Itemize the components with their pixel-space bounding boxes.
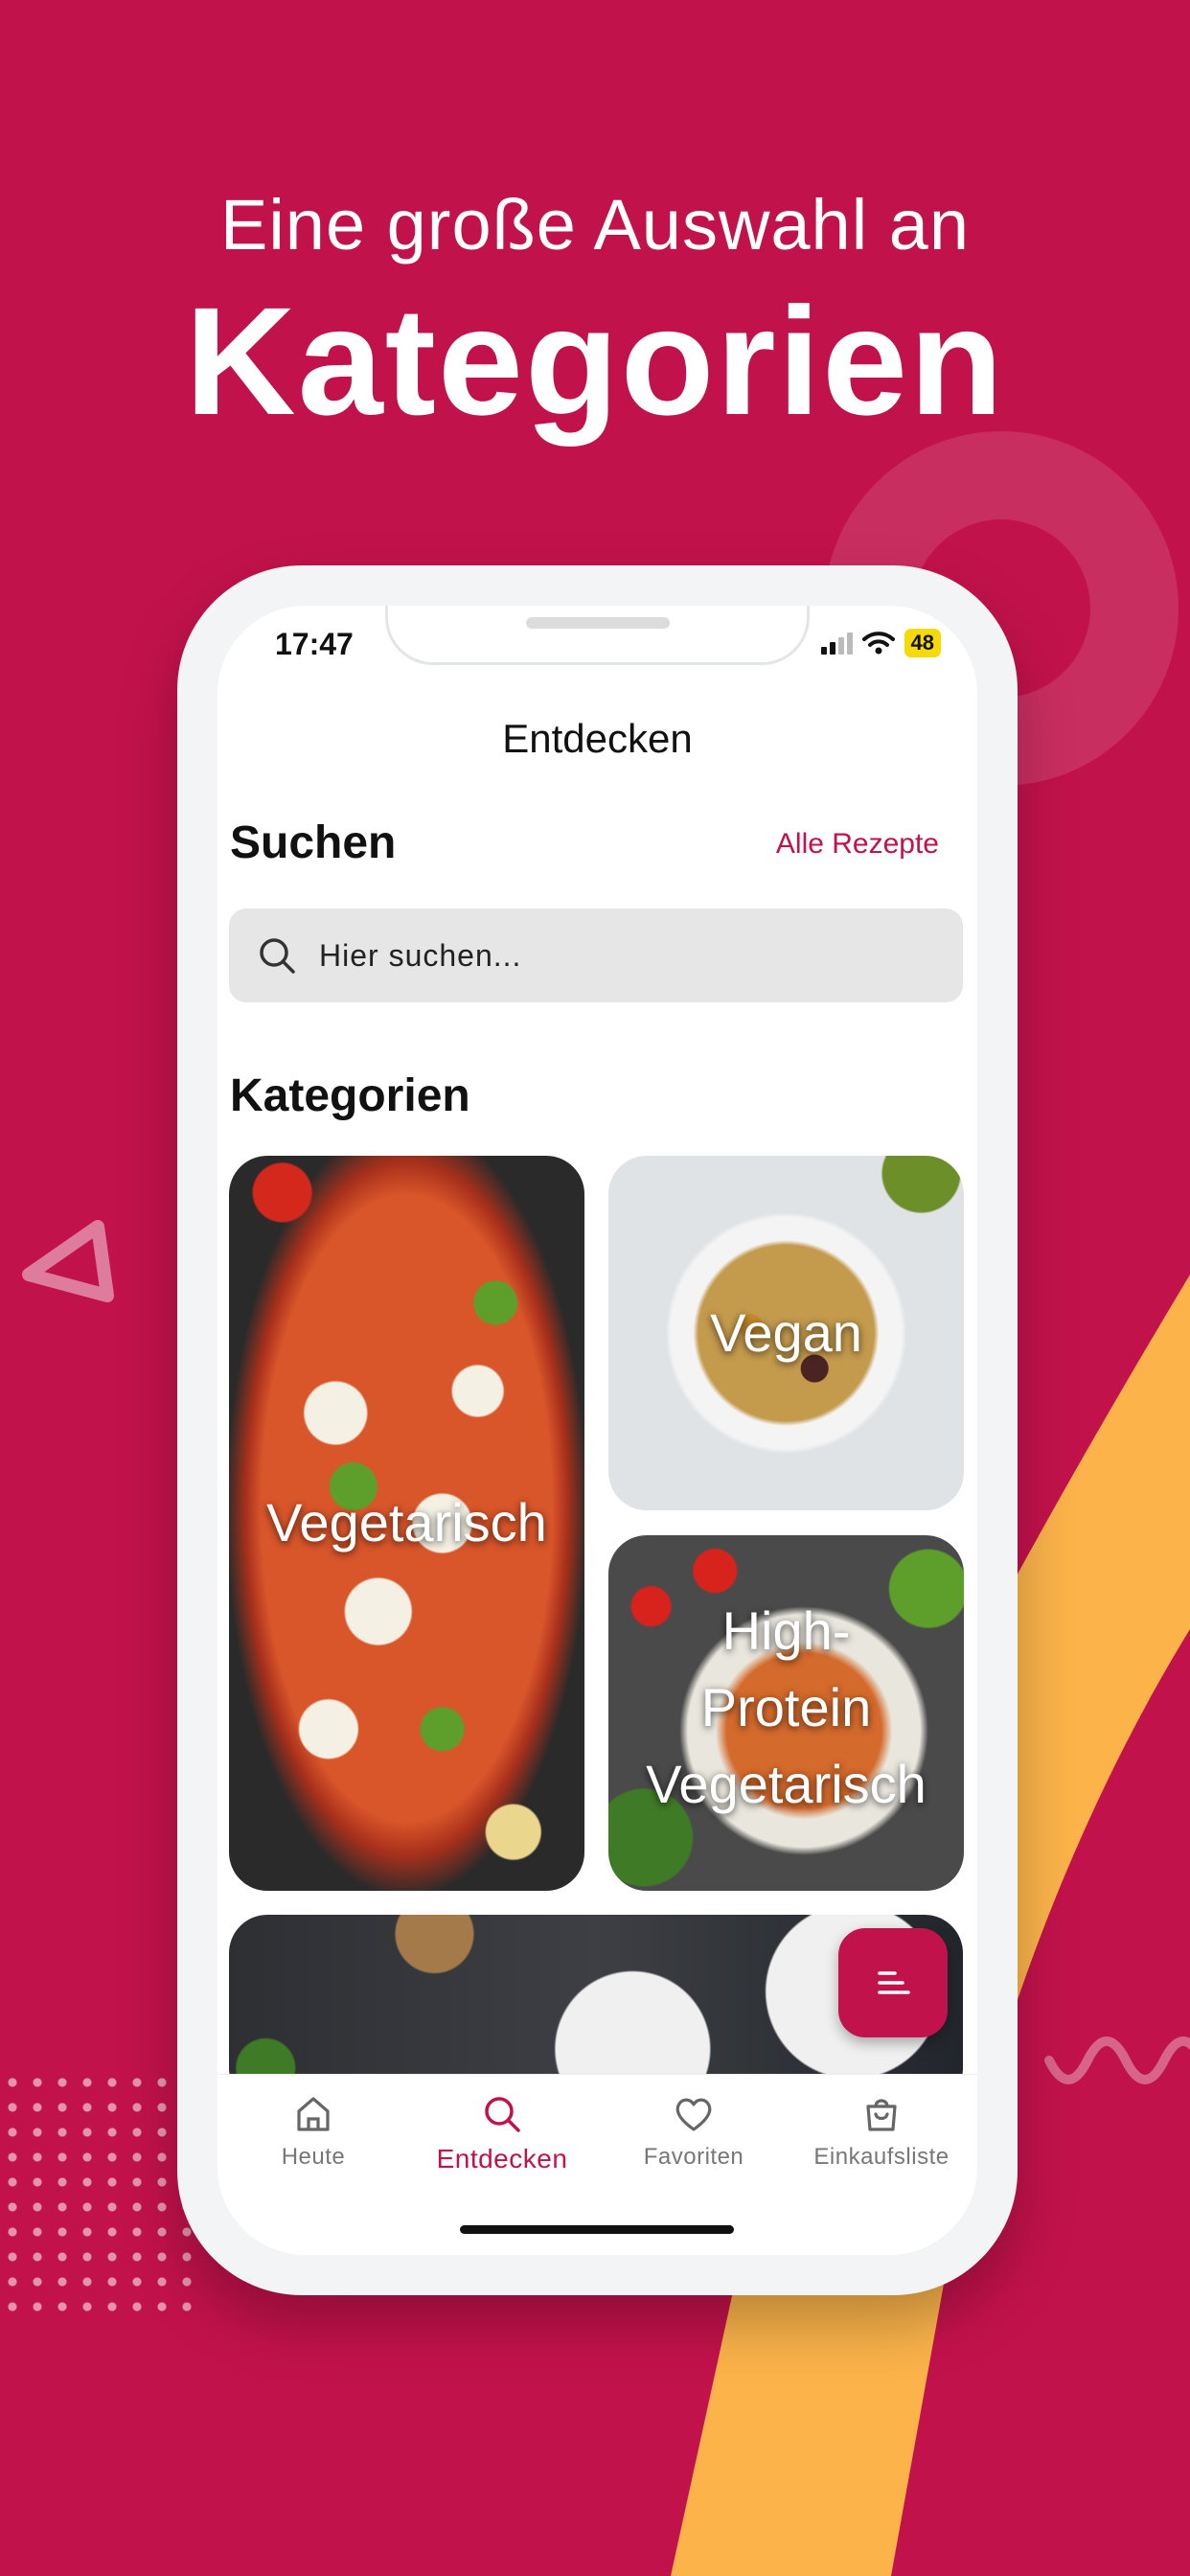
headline-line2: Kategorien: [185, 275, 1005, 447]
category-card-vegetarisch[interactable]: Vegetarisch: [229, 1156, 584, 1891]
tab-entdecken[interactable]: Entdecken: [406, 2092, 598, 2174]
category-card-high-protein-vegetarisch[interactable]: High- Protein Vegetarisch: [608, 1535, 964, 1891]
category-label: Vegan: [710, 1302, 862, 1363]
search-icon: [485, 2097, 520, 2132]
shopping-bag-icon: [866, 2099, 897, 2131]
categories-title: Kategorien: [230, 1070, 470, 1121]
notch: [385, 606, 810, 665]
search-input[interactable]: Hier suchen...: [229, 908, 963, 1002]
category-label: Vegetarisch: [266, 1492, 547, 1552]
signal-icon: [820, 632, 853, 655]
search-section-title: Suchen: [230, 817, 397, 868]
tab-label: Einkaufsliste: [813, 2144, 950, 2170]
home-icon: [297, 2097, 330, 2131]
category-label: High- Protein Vegetarisch: [646, 1600, 927, 1814]
battery-indicator: 48: [904, 629, 941, 657]
status-icons: 48: [820, 629, 941, 657]
search-placeholder: Hier suchen...: [319, 937, 522, 973]
status-time: 17:47: [275, 627, 354, 661]
heart-icon: [675, 2098, 712, 2131]
all-recipes-link[interactable]: Alle Rezepte: [776, 828, 939, 861]
phone-screen: 17:47 48 Entdecken Suchen Alle Rezepte H…: [217, 606, 977, 2255]
headline-line1: Eine große Auswahl an: [219, 185, 971, 264]
tab-label: Entdecken: [436, 2144, 568, 2174]
page-title: Entdecken: [502, 716, 693, 761]
notch-speaker: [526, 617, 670, 629]
menu-fab-button[interactable]: [838, 1928, 948, 2037]
tab-einkaufsliste[interactable]: Einkaufsliste: [786, 2092, 977, 2171]
tab-label: Favoriten: [643, 2144, 744, 2170]
category-card-vegan[interactable]: Vegan: [608, 1156, 964, 1510]
tab-heute[interactable]: Heute: [217, 2092, 409, 2171]
home-indicator: [460, 2225, 734, 2234]
list-icon: [878, 1971, 910, 1994]
wifi-icon: [861, 632, 895, 655]
triangle-decoration: [22, 1220, 114, 1302]
tab-label: Heute: [281, 2144, 346, 2170]
headline: Eine große Auswahl an Kategorien: [0, 182, 1190, 443]
search-icon: [260, 938, 295, 974]
dot-grid-decoration: [0, 2070, 206, 2324]
tab-favoriten[interactable]: Favoriten: [598, 2092, 790, 2171]
